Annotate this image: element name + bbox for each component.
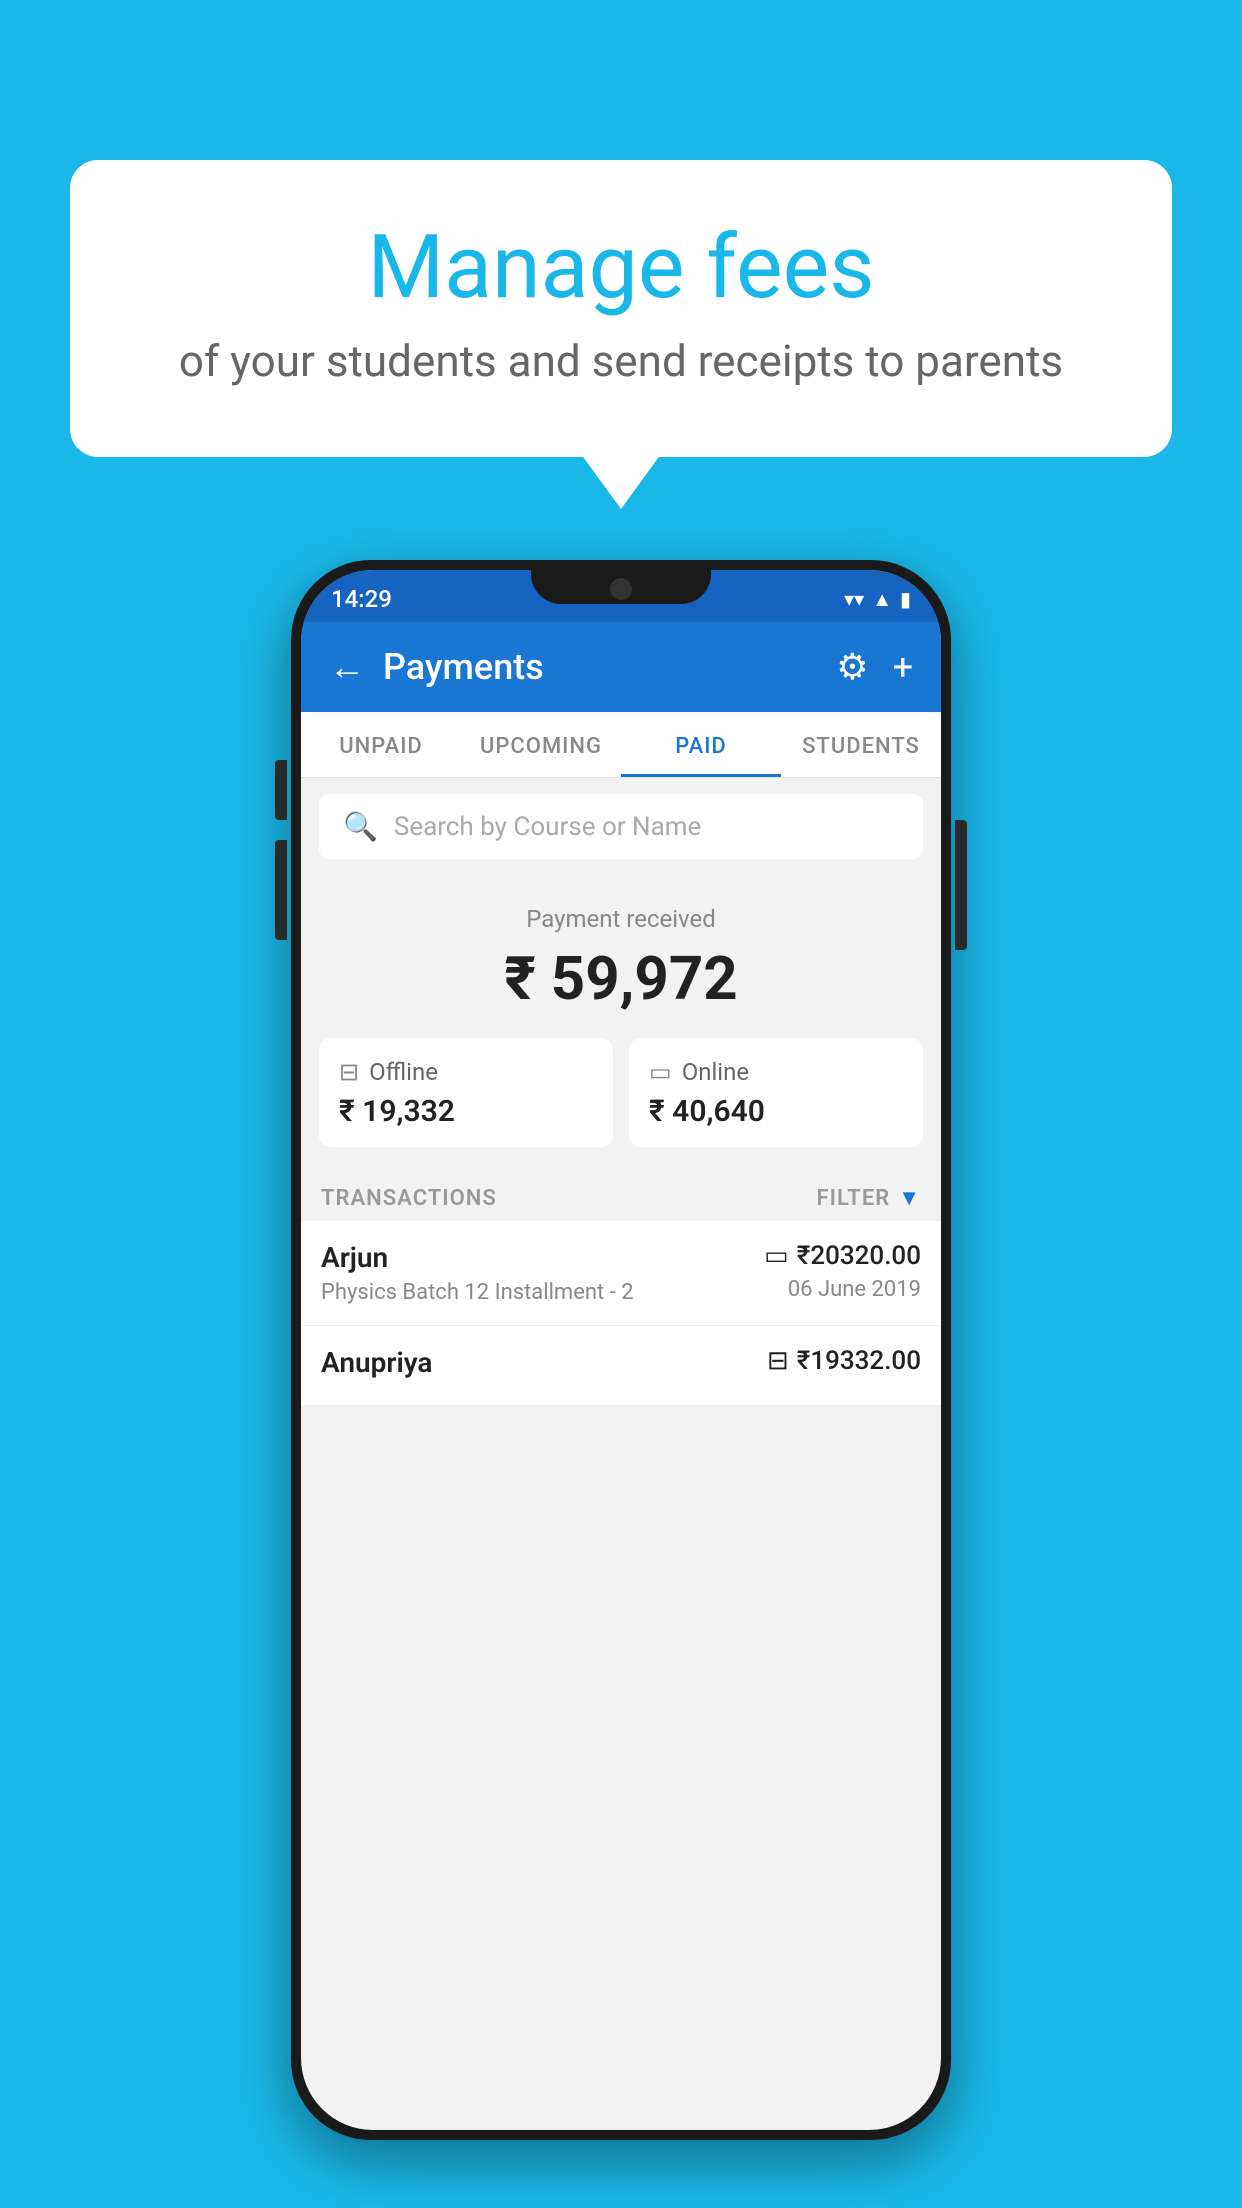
cash-payment-icon: ⊟	[767, 1346, 789, 1376]
transactions-label: TRANSACTIONS	[321, 1186, 497, 1211]
speech-bubble-title: Manage fees	[150, 220, 1092, 317]
phone-frame: 14:29 ▾▾ ▲ ▮ ← Payments ⚙ + UNPAID	[291, 560, 951, 2140]
tab-paid[interactable]: PAID	[621, 712, 781, 777]
filter-label: FILTER	[817, 1186, 891, 1211]
battery-icon: ▮	[900, 587, 911, 611]
transaction-amount-2: ⊟ ₹19332.00	[767, 1346, 921, 1376]
tab-upcoming[interactable]: UPCOMING	[461, 712, 621, 777]
page-title: Payments	[383, 646, 544, 688]
add-icon[interactable]: +	[893, 646, 913, 688]
offline-label: Offline	[369, 1058, 438, 1086]
search-icon: 🔍	[343, 810, 378, 843]
transaction-name-2: Anupriya	[321, 1346, 432, 1379]
online-icon: ▭	[649, 1058, 672, 1086]
offline-amount: ₹ 19,332	[339, 1094, 593, 1129]
transaction-row-inner: Arjun Physics Batch 12 Installment - 2 ▭…	[321, 1241, 921, 1305]
speech-bubble-container: Manage fees of your students and send re…	[70, 160, 1172, 457]
wifi-icon: ▾▾	[844, 587, 864, 611]
filter-icon: ▼	[898, 1185, 921, 1211]
transaction-left: Arjun Physics Batch 12 Installment - 2	[321, 1241, 634, 1305]
offline-icon: ⊟	[339, 1058, 359, 1086]
online-card-header: ▭ Online	[649, 1058, 903, 1086]
tab-students[interactable]: STUDENTS	[781, 712, 941, 777]
payment-received-label: Payment received	[321, 905, 921, 933]
offline-card-header: ⊟ Offline	[339, 1058, 593, 1086]
payment-cards: ⊟ Offline ₹ 19,332 ▭ Online ₹ 40,640	[301, 1038, 941, 1171]
side-button-power	[955, 820, 967, 950]
status-time: 14:29	[331, 585, 392, 613]
speech-bubble: Manage fees of your students and send re…	[70, 160, 1172, 457]
app-header: ← Payments ⚙ +	[301, 622, 941, 712]
transaction-amount: ▭ ₹20320.00	[764, 1241, 921, 1271]
transaction-detail: Physics Batch 12 Installment - 2	[321, 1280, 634, 1305]
search-bar[interactable]: 🔍 Search by Course or Name	[319, 794, 923, 859]
tabs-container: UNPAID UPCOMING PAID STUDENTS	[301, 712, 941, 778]
table-row[interactable]: Arjun Physics Batch 12 Installment - 2 ▭…	[301, 1221, 941, 1326]
payment-summary: Payment received ₹ 59,972	[301, 875, 941, 1038]
table-row[interactable]: Anupriya ⊟ ₹19332.00	[301, 1326, 941, 1406]
status-icons: ▾▾ ▲ ▮	[844, 587, 911, 612]
header-left: ← Payments	[329, 646, 544, 688]
settings-icon[interactable]: ⚙	[836, 646, 868, 688]
speech-bubble-subtitle: of your students and send receipts to pa…	[150, 335, 1092, 387]
card-payment-icon: ▭	[764, 1241, 789, 1271]
search-input[interactable]: Search by Course or Name	[394, 812, 701, 842]
transaction-right: ▭ ₹20320.00 06 June 2019	[764, 1241, 921, 1302]
search-container: 🔍 Search by Course or Name	[301, 778, 941, 875]
side-button-volume-up	[275, 760, 287, 820]
payment-total-amount: ₹ 59,972	[321, 943, 921, 1014]
transaction-name: Arjun	[321, 1241, 634, 1274]
tab-unpaid[interactable]: UNPAID	[301, 712, 461, 777]
offline-payment-card: ⊟ Offline ₹ 19,332	[319, 1038, 613, 1147]
transaction-row-inner-2: Anupriya ⊟ ₹19332.00	[321, 1346, 921, 1385]
transaction-left-2: Anupriya	[321, 1346, 432, 1385]
phone-screen: 14:29 ▾▾ ▲ ▮ ← Payments ⚙ + UNPAID	[301, 570, 941, 2130]
header-right: ⚙ +	[836, 646, 913, 688]
online-amount: ₹ 40,640	[649, 1094, 903, 1129]
transaction-date: 06 June 2019	[764, 1277, 921, 1302]
side-button-volume-down	[275, 840, 287, 940]
filter-button[interactable]: FILTER ▼	[817, 1185, 921, 1211]
transaction-right-2: ⊟ ₹19332.00	[767, 1346, 921, 1382]
phone-notch	[531, 570, 711, 604]
online-payment-card: ▭ Online ₹ 40,640	[629, 1038, 923, 1147]
online-label: Online	[682, 1058, 749, 1086]
back-button[interactable]: ←	[329, 646, 365, 688]
signal-icon: ▲	[872, 587, 892, 612]
phone-camera	[610, 578, 632, 600]
transactions-header: TRANSACTIONS FILTER ▼	[301, 1171, 941, 1221]
